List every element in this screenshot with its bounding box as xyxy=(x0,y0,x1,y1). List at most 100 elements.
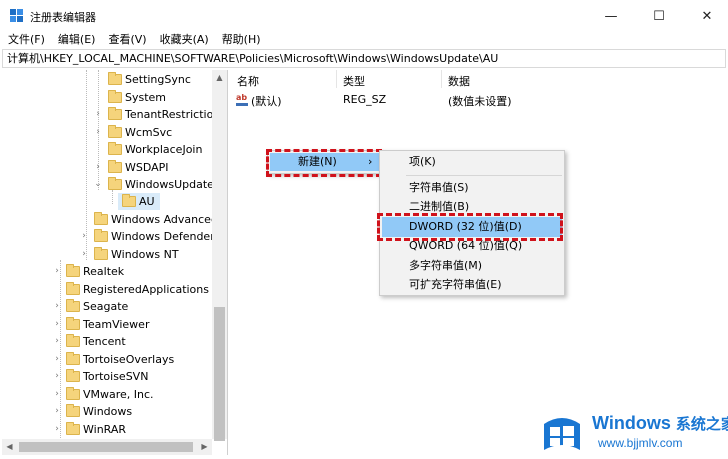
tree-horizontal-scrollbar[interactable]: ◀ ▶ xyxy=(2,439,212,455)
chevron-right-icon[interactable]: › xyxy=(52,301,62,311)
chevron-right-icon[interactable]: › xyxy=(52,389,62,399)
column-divider[interactable] xyxy=(441,70,442,88)
chevron-right-icon[interactable]: › xyxy=(52,354,62,364)
folder-icon xyxy=(108,177,122,190)
folder-icon xyxy=(66,404,80,417)
highlight-box-dword xyxy=(377,213,563,241)
tree-item-label: Windows xyxy=(83,405,133,418)
tree-item-au[interactable]: AU xyxy=(2,193,212,210)
tree-item-workplacejoin[interactable]: WorkplaceJoin xyxy=(2,141,212,158)
tree-item-label: Tencent xyxy=(83,335,126,348)
tree-item-label: Seagate xyxy=(83,300,129,313)
column-header-data[interactable]: 数据 xyxy=(448,73,470,89)
tree-item-label: WSDAPI xyxy=(125,161,169,174)
maximize-button[interactable]: ☐ xyxy=(636,0,682,33)
tree-item-seagate[interactable]: › Seagate xyxy=(2,298,212,315)
tree-item-wsdapi[interactable]: › WSDAPI xyxy=(2,159,212,176)
chevron-right-icon[interactable]: › xyxy=(52,371,62,381)
menu-favorites[interactable]: 收藏夹(A) xyxy=(160,31,209,49)
tree-item-tortoiseoverlays[interactable]: › TortoiseOverlays xyxy=(2,351,212,368)
value-type: REG_SZ xyxy=(343,93,387,106)
close-button[interactable]: ✕ xyxy=(684,0,728,33)
tree-item-label: WcmSvc xyxy=(125,126,173,139)
submenu-item-key[interactable]: 项(K) xyxy=(409,153,436,171)
submenu-item-multistring[interactable]: 多字符串值(M) xyxy=(409,257,482,275)
submenu-item-expandstring[interactable]: 可扩充字符串值(E) xyxy=(409,276,502,294)
chevron-right-icon[interactable]: › xyxy=(52,336,62,346)
menu-edit[interactable]: 编辑(E) xyxy=(58,31,96,49)
tree-item-tenantrestrictions[interactable]: › TenantRestrictions xyxy=(2,106,226,123)
folder-icon xyxy=(66,282,80,295)
tree-item-label: AU xyxy=(139,195,155,208)
menu-view[interactable]: 查看(V) xyxy=(108,31,146,49)
tree-item-label: TortoiseOverlays xyxy=(83,353,175,366)
column-header-name[interactable]: 名称 xyxy=(237,73,259,89)
tree-item-registeredapplications[interactable]: RegisteredApplications xyxy=(2,281,212,298)
value-name[interactable]: (默认) xyxy=(251,93,282,110)
folder-icon xyxy=(122,194,136,207)
menu-bar: 文件(F) 编辑(E) 查看(V) 收藏夹(A) 帮助(H) xyxy=(0,31,728,49)
tree-item-windows[interactable]: › Windows xyxy=(2,403,212,420)
folder-icon xyxy=(94,229,108,242)
folder-icon xyxy=(66,352,80,365)
chevron-right-icon[interactable]: › xyxy=(52,406,62,416)
address-bar[interactable]: 计算机\HKEY_LOCAL_MACHINE\SOFTWARE\Policies… xyxy=(2,49,726,68)
tree-vertical-scrollbar[interactable]: ▲ xyxy=(212,70,227,441)
tree-item-tencent[interactable]: › Tencent xyxy=(2,333,212,350)
scroll-thumb[interactable] xyxy=(214,307,225,441)
scroll-thumb[interactable] xyxy=(19,442,193,452)
folder-icon xyxy=(66,387,80,400)
tree-item-winrar[interactable]: › WinRAR xyxy=(2,421,212,438)
scroll-left-icon[interactable]: ◀ xyxy=(2,439,17,455)
maximize-icon: ☐ xyxy=(653,9,665,24)
tree-item-settingsync[interactable]: SettingSync xyxy=(2,71,212,88)
windows-logo-icon xyxy=(544,418,580,450)
folder-icon xyxy=(66,264,80,277)
chevron-right-icon[interactable]: › xyxy=(79,249,89,259)
tree-item-label: Windows Advanced xyxy=(111,213,218,226)
value-data: (数值未设置) xyxy=(448,95,512,108)
folder-icon xyxy=(66,334,80,347)
chevron-right-icon[interactable]: › xyxy=(52,266,62,276)
tree-item-label: SettingSync xyxy=(125,73,191,86)
chevron-right-icon[interactable]: › xyxy=(52,424,62,434)
chevron-down-icon[interactable]: ⌄ xyxy=(93,179,103,189)
folder-icon xyxy=(94,212,108,225)
submenu-item-string[interactable]: 字符串值(S) xyxy=(409,179,469,197)
tree-item-label: WindowsUpdate xyxy=(125,178,214,191)
tree-item-label: TeamViewer xyxy=(83,318,150,331)
tree-item-label: VMware, Inc. xyxy=(83,388,154,401)
folder-icon xyxy=(108,125,122,138)
tree-item-windowsupdate[interactable]: ⌄ WindowsUpdate xyxy=(2,176,214,193)
tree-item-wcmsvc[interactable]: › WcmSvc xyxy=(2,124,212,141)
tree-item-teamviewer[interactable]: › TeamViewer xyxy=(2,316,212,333)
tree-item-label: TortoiseSVN xyxy=(83,370,149,383)
folder-icon xyxy=(108,107,122,120)
chevron-right-icon[interactable]: › xyxy=(52,319,62,329)
tree-item-tortoisesvn[interactable]: › TortoiseSVN xyxy=(2,368,212,385)
watermark: Windows 系统之家 www.bjjmlv.com xyxy=(540,410,728,454)
tree-item-realtek[interactable]: › Realtek xyxy=(2,263,212,280)
menu-help[interactable]: 帮助(H) xyxy=(222,31,261,49)
folder-icon xyxy=(66,422,80,435)
tree-item-vmware[interactable]: › VMware, Inc. xyxy=(2,386,212,403)
menu-file[interactable]: 文件(F) xyxy=(8,31,45,49)
scroll-up-icon[interactable]: ▲ xyxy=(212,70,227,85)
chevron-right-icon[interactable]: › xyxy=(93,162,103,172)
scroll-right-icon[interactable]: ▶ xyxy=(197,439,212,455)
tree-item-windows-defender[interactable]: › Windows Defender xyxy=(2,228,215,245)
window-title: 注册表编辑器 xyxy=(30,11,96,24)
chevron-right-icon[interactable]: › xyxy=(93,109,103,119)
watermark-url: www.bjjmlv.com xyxy=(598,436,683,450)
tree-item-windows-advanced[interactable]: Windows Advanced xyxy=(2,211,218,228)
column-header-type[interactable]: 类型 xyxy=(343,73,365,89)
tree-item-system[interactable]: System xyxy=(2,89,212,106)
chevron-right-icon[interactable]: › xyxy=(79,231,89,241)
folder-icon xyxy=(66,317,80,330)
minimize-button[interactable]: — xyxy=(588,0,634,33)
column-divider[interactable] xyxy=(336,70,337,88)
tree-item-windows-nt[interactable]: › Windows NT xyxy=(2,246,212,263)
watermark-brand-cn: 系统之家 xyxy=(675,416,728,433)
chevron-right-icon[interactable]: › xyxy=(93,127,103,137)
registry-tree: SettingSync System › TenantRestrictions … xyxy=(2,70,228,455)
